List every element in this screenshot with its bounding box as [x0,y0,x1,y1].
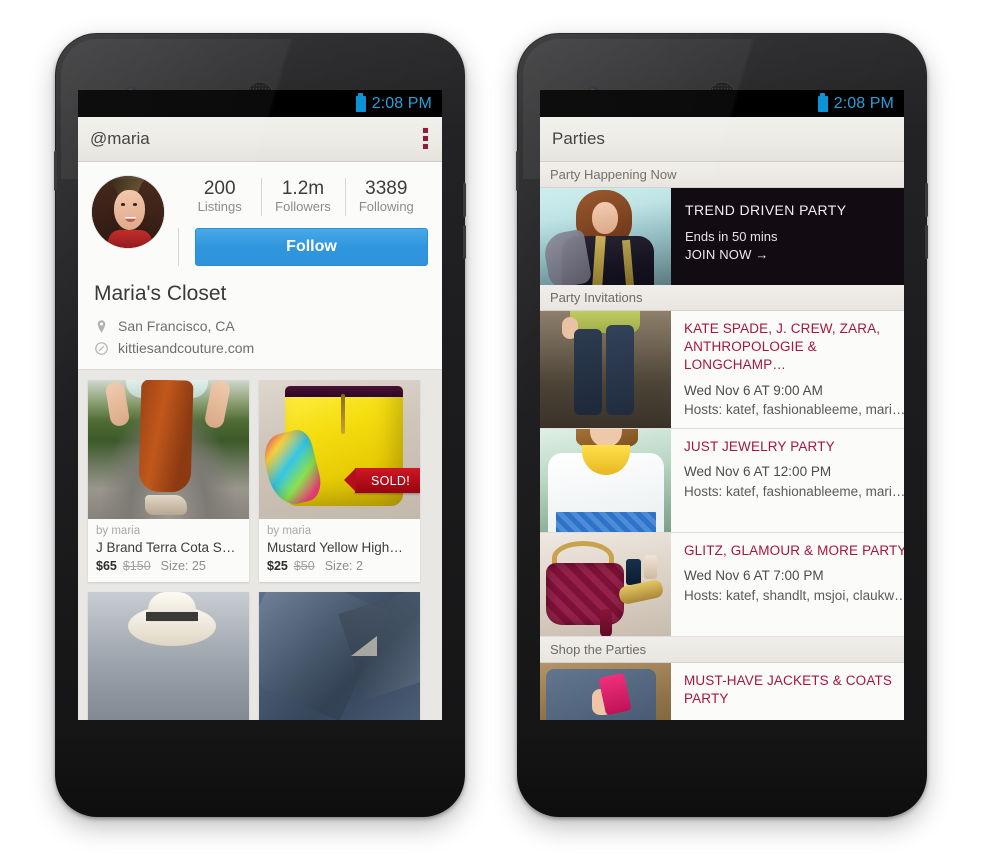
listing-card[interactable]: SOLD! by maria Mustard Yellow High… $25 … [259,380,420,583]
divider [178,228,179,267]
website-text: kittiesandcouture.com [118,340,255,357]
stat-listings[interactable]: 200 Listings [178,176,261,222]
white-hat-photo [88,592,249,720]
stat-following[interactable]: 3389 Following [344,176,428,222]
action-bar-right: Parties [540,117,904,162]
shop-party-row[interactable]: MUST-HAVE JACKETS & COATS PARTY [540,662,904,720]
listing-price: $65 [96,559,117,574]
party-title: GLITZ, GLAMOUR & MORE PARTY [684,542,904,558]
phone-device-right: 2:08 PM Parties Party Happening Now TREN… [516,33,928,817]
listing-card[interactable] [88,592,249,720]
globe-icon [95,341,108,355]
page-title: Parties [552,129,605,148]
yellow-necklace-photo [540,428,671,532]
stat-label: Followers [275,199,331,215]
listing-size: Size: 2 [324,559,363,574]
listing-size: Size: 25 [160,559,206,574]
listing-byline: by maria [267,525,312,538]
party-hosts: Hosts: katef, fashionableeme, mari… [684,483,904,499]
parties-scroll-area[interactable]: Party Happening Now TREND DRIVEN PARTY E… [540,162,904,720]
listings-grid: by maria J Brand Terra Cota Skinn… $65 $… [78,370,442,720]
yellow-skirt-photo: SOLD! [259,380,420,520]
party-hosts: Hosts: katef, fashionableeme, mari… [684,402,904,418]
screen-right: 2:08 PM Parties Party Happening Now TREN… [540,90,904,720]
listing-price: $25 [267,559,288,574]
location-text: San Francisco, CA [118,318,235,335]
live-party-title: TREND DRIVEN PARTY [685,202,847,218]
sold-badge: SOLD! [343,468,420,494]
party-invitation-row[interactable]: KATE SPADE, J. CREW, ZARA, ANTHROPOLOGIE… [540,311,904,429]
overflow-menu-icon[interactable] [423,128,428,149]
page-title: @maria [90,129,150,148]
stat-value: 3389 [365,178,408,199]
live-party-card[interactable]: TREND DRIVEN PARTY Ends in 50 mins JOIN … [540,188,904,285]
avatar[interactable] [92,176,164,248]
stat-followers[interactable]: 1.2m Followers [261,176,344,222]
action-bar-left: @maria [78,117,442,162]
party-datetime: Wed Nov 6 AT 9:00 AM [684,382,823,398]
screenshot-stage: 2:08 PM @maria 200 Listings 1.2m Followe… [0,0,1000,861]
party-invitation-row[interactable]: JUST JEWELRY PARTY Wed Nov 6 AT 12:00 PM… [540,428,904,533]
party-title: KATE SPADE, J. CREW, ZARA, ANTHROPOLOGIE… [684,321,881,373]
screen-left: 2:08 PM @maria 200 Listings 1.2m Followe… [78,90,442,720]
party-datetime: Wed Nov 6 AT 12:00 PM [684,464,832,479]
listing-title: J Brand Terra Cota Skinn… [96,540,241,556]
status-bar-clock: 2:08 PM [833,94,894,112]
volume-down-button-left[interactable] [463,225,466,259]
live-party-ends: Ends in 50 mins [685,229,778,244]
party-title: MUST-HAVE JACKETS & COATS PARTY [684,672,893,706]
location-row: San Francisco, CA [92,315,428,337]
volume-up-button-right[interactable] [925,183,928,217]
stat-value: 200 [203,178,236,199]
denim-texture-photo [259,592,420,720]
listing-original-price: $50 [293,559,315,574]
listing-title: Mustard Yellow High… [267,540,403,556]
profile-scroll-area[interactable]: 200 Listings 1.2m Followers 3389 Followi… [78,162,442,720]
railroad-jeans-photo [540,311,671,428]
status-bar-left: 2:08 PM [78,90,442,117]
terracotta-jeans-photo [88,380,249,520]
profile-header: 200 Listings 1.2m Followers 3389 Followi… [78,162,442,371]
closet-name: Maria's Closet [94,282,227,306]
stat-value: 1.2m [281,178,325,199]
section-header-invitations: Party Invitations [540,285,904,311]
map-pin-icon [97,319,106,333]
stat-label: Following [358,199,414,215]
party-invitation-row[interactable]: GLITZ, GLAMOUR & MORE PARTY Wed Nov 6 AT… [540,532,904,637]
volume-up-button-left[interactable] [463,183,466,217]
volume-down-button-right[interactable] [925,225,928,259]
party-title: JUST JEWELRY PARTY [684,438,835,454]
status-bar-right: 2:08 PM [540,90,904,117]
listing-card[interactable]: by maria J Brand Terra Cota Skinn… $65 $… [88,380,249,583]
follow-button[interactable]: Follow [195,228,428,267]
denim-jacket-photo [540,662,671,720]
listing-byline: by maria [96,525,141,538]
listing-card[interactable] [259,592,420,720]
section-header-happening-now: Party Happening Now [540,162,904,188]
party-hosts: Hosts: katef, shandlt, msjoi, claukw… [684,587,904,603]
power-button-right[interactable] [516,151,519,191]
status-bar-clock: 2:08 PM [371,94,432,112]
battery-icon [817,92,828,112]
party-datetime: Wed Nov 6 AT 7:00 PM [684,568,824,583]
profile-stats: 200 Listings 1.2m Followers 3389 Followi… [178,176,428,222]
battery-icon [355,92,366,112]
trend-driven-model-photo [540,188,671,285]
phone-device-left: 2:08 PM @maria 200 Listings 1.2m Followe… [54,33,466,817]
section-header-shop-the-parties: Shop the Parties [540,636,904,663]
power-button-left[interactable] [54,151,57,191]
website-row[interactable]: kittiesandcouture.com [92,337,428,359]
burgundy-purse-photo [540,532,671,636]
stat-label: Listings [197,199,242,215]
listing-original-price: $150 [122,559,151,574]
join-now-link[interactable]: JOIN NOW → [685,247,894,262]
